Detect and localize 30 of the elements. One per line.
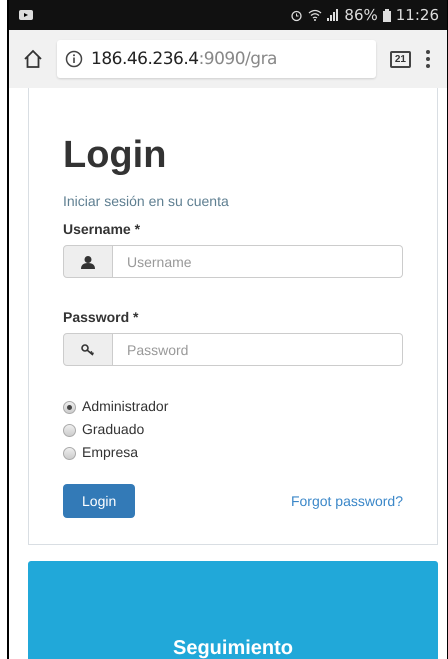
field-label: Username * [63,221,142,237]
signal-icon [327,9,340,21]
radio-button[interactable] [63,447,76,460]
info-icon[interactable] [65,50,83,68]
battery-icon [382,8,391,22]
wifi-icon [308,9,322,21]
radio-button[interactable] [63,424,76,437]
url-text: 186.46.236.4:9090/gra [91,49,277,69]
tab-count[interactable]: 21 [390,50,411,68]
input-field[interactable]: Password [113,333,403,366]
clock-time: 11:26 [396,6,439,24]
key-icon [81,344,95,356]
home-icon[interactable] [23,49,43,69]
menu-icon[interactable] [425,49,431,69]
radio-label: Graduado [82,420,144,436]
login-subtitle: Iniciar sesión en su cuenta [63,193,230,209]
battery-percent: 86% [344,6,378,24]
login-button[interactable]: Login [63,484,136,518]
user-icon [81,254,95,268]
address-bar[interactable]: 186.46.236.4:9090/gra [57,40,376,78]
forgot-password-link[interactable]: Forgot password? [290,493,403,509]
video-icon [19,10,33,20]
radio-label: Empresa [82,444,138,460]
radio-button[interactable] [63,401,76,414]
alarm-icon [290,8,304,22]
radio-label: Administrador [82,398,168,414]
login-title: Login [63,134,168,177]
input-field[interactable]: Username [113,245,403,278]
field-label: Password * [63,309,140,325]
banner-title: Seguimiento [172,637,293,659]
